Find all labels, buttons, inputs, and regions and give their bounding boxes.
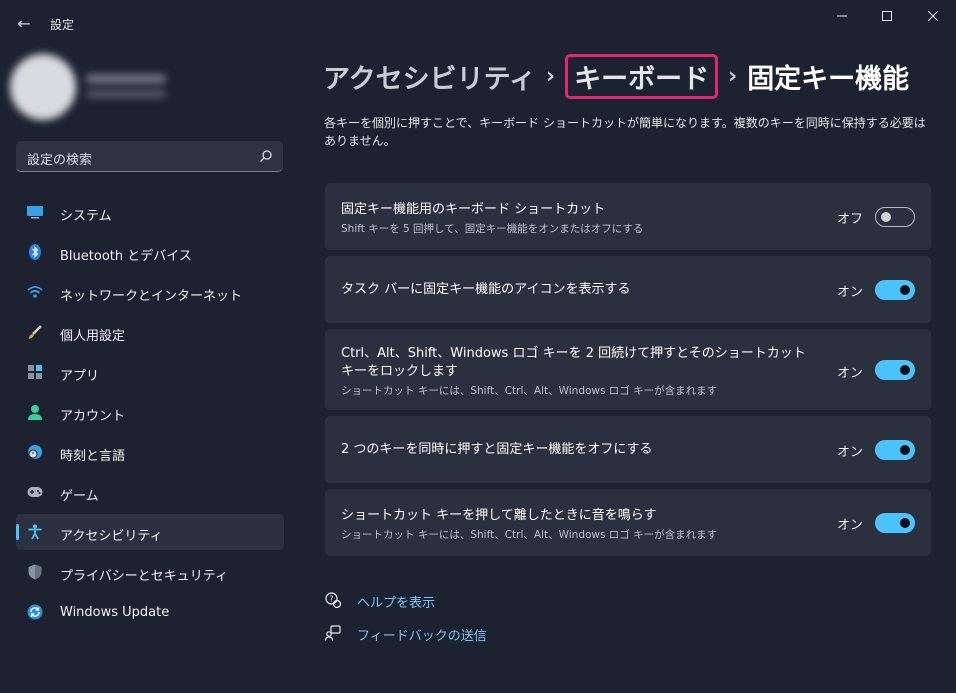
setting-subtitle: Shift キーを 5 回押して、固定キー機能をオンまたはオフにする [341,223,644,235]
sidebar-item-personalization[interactable]: 個人用設定 [16,314,284,350]
minimize-icon [837,15,847,17]
sidebar-item-accessibility[interactable]: アクセシビリティ [16,514,284,550]
minimize-button[interactable] [819,0,865,32]
sidebar-item-label: システム [60,209,112,224]
maximize-button[interactable] [864,0,910,32]
setting-title: 固定キー機能用のキーボード ショートカット [341,202,606,217]
profile-email-blurred [86,90,166,98]
sidebar-item-label: アカウント [60,409,126,424]
back-arrow-icon: ← [17,13,31,33]
toggle-state-label: オン [836,445,863,460]
breadcrumb-accessibility[interactable]: アクセシビリティ [323,57,536,96]
network-icon [27,284,43,300]
close-button[interactable] [910,0,956,32]
setting-turn-off-two-keys: 2 つのキーを同時に押すと固定キー機能をオフにする オン [325,416,931,483]
setting-title-line1: Ctrl、Alt、Shift、Windows ロゴ キーを 2 回続けて押すとそ… [341,346,806,361]
help-icon: ? [325,592,341,608]
sidebar-item-gaming[interactable]: ゲーム [16,474,284,510]
account-icon [27,404,43,420]
setting-title: Ctrl、Alt、Shift、Windows ロゴ キーを 2 回続けて押すとそ… [341,345,806,381]
title-bar: ← 設定 [0,0,956,46]
sidebar-item-privacy[interactable]: プライバシーとセキュリティ [16,554,284,590]
sidebar-item-system[interactable]: システム [16,194,284,230]
page-title: 固定キー機能 [747,63,910,95]
feedback-icon [325,625,341,641]
page-description: 各キーを個別に押すことで、キーボード ショートカットが簡単になります。複数のキー… [324,116,926,148]
breadcrumb: アクセシビリティ › キーボード › 固定キー機能 [323,53,910,99]
taskbar-icon-toggle[interactable] [875,280,915,300]
sidebar-item-time-language[interactable]: 時刻と言語 [16,434,284,470]
toggle-state-label: オン [836,285,863,300]
breadcrumb-separator: › [728,63,738,89]
search-icon[interactable] [259,149,273,163]
setting-lock-shortcut-keys: Ctrl、Alt、Shift、Windows ロゴ キーを 2 回続けて押すとそ… [325,329,931,410]
shield-icon [27,564,43,580]
sidebar-item-windows-update[interactable]: Windows Update [16,594,284,630]
setting-title: タスク バーに固定キー機能のアイコンを表示する [341,282,631,297]
sidebar-nav: システム Bluetooth とデバイス ネットワークとインターネット 個人用設… [16,194,284,634]
feedback-link-label[interactable]: フィードバックの送信 [357,625,487,644]
bluetooth-icon [27,244,43,260]
help-link-label[interactable]: ヘルプを表示 [357,592,435,611]
sidebar-item-label: ゲーム [60,489,99,504]
svg-text:?: ? [329,595,333,604]
sidebar-item-network[interactable]: ネットワークとインターネット [16,274,284,310]
sidebar-item-label: 時刻と言語 [60,449,126,464]
breadcrumb-keyboard[interactable]: キーボード [565,53,719,99]
sidebar-item-bluetooth[interactable]: Bluetooth とデバイス [16,234,284,270]
close-icon [928,11,938,21]
toggle-state-label: オン [836,366,863,381]
sidebar-item-accounts[interactable]: アカウント [16,394,284,430]
gamepad-icon [27,484,43,500]
time-language-icon [27,444,43,460]
toggle-knob [900,445,910,455]
toggle-knob [900,365,910,375]
sidebar-item-label: ネットワークとインターネット [60,289,243,304]
sidebar-item-label: Bluetooth とデバイス [60,249,192,264]
search-box[interactable]: 設定の検索 [16,141,283,172]
update-icon [27,604,43,620]
sticky-keys-shortcut-toggle[interactable] [875,207,915,227]
sidebar-item-label: Windows Update [60,605,170,620]
setting-subtitle: ショートカット キーには、Shift、Ctrl、Alt、Windows ロゴ キ… [341,529,718,541]
avatar [10,54,76,120]
app-title: 設定 [50,18,75,32]
sidebar-item-apps[interactable]: アプリ [16,354,284,390]
setting-title: 2 つのキーを同時に押すと固定キー機能をオフにする [341,442,653,457]
sidebar-item-label: プライバシーとセキュリティ [60,569,228,584]
toggle-state-label: オン [836,518,863,533]
toggle-knob [881,212,891,222]
toggle-state-label: オフ [836,212,863,227]
toggle-knob [900,518,910,528]
maximize-icon [882,11,892,21]
setting-sticky-keys-shortcut: 固定キー機能用のキーボード ショートカット Shift キーを 5 回押して、固… [325,183,931,250]
profile-name-blurred [86,74,166,84]
setting-title-line2: キーをロックします [341,364,459,379]
sidebar-item-label: アクセシビリティ [60,529,163,544]
setting-title: ショートカット キーを押して離したときに音を鳴らす [341,508,657,523]
system-icon [27,204,43,220]
setting-taskbar-icon: タスク バーに固定キー機能のアイコンを表示する オン [325,256,931,323]
sidebar-item-label: 個人用設定 [60,329,126,344]
apps-icon [27,364,43,380]
search-input[interactable]: 設定の検索 [27,149,92,168]
lock-shortcut-keys-toggle[interactable] [875,360,915,380]
toggle-knob [900,285,910,295]
setting-play-sound: ショートカット キーを押して離したときに音を鳴らす ショートカット キーには、S… [325,489,931,556]
sidebar-item-label: アプリ [60,369,100,384]
breadcrumb-separator: › [546,63,556,89]
turn-off-two-keys-toggle[interactable] [875,440,915,460]
help-link[interactable]: ? ヘルプを表示 [325,590,525,611]
feedback-link[interactable]: フィードバックの送信 [325,623,525,644]
user-profile[interactable] [10,52,180,120]
setting-subtitle: ショートカット キーには、Shift、Ctrl、Alt、Windows ロゴ キ… [341,385,718,397]
accessibility-icon [27,524,43,540]
play-sound-toggle[interactable] [875,513,915,533]
back-button[interactable]: ← [10,11,38,35]
brush-icon [27,324,43,340]
